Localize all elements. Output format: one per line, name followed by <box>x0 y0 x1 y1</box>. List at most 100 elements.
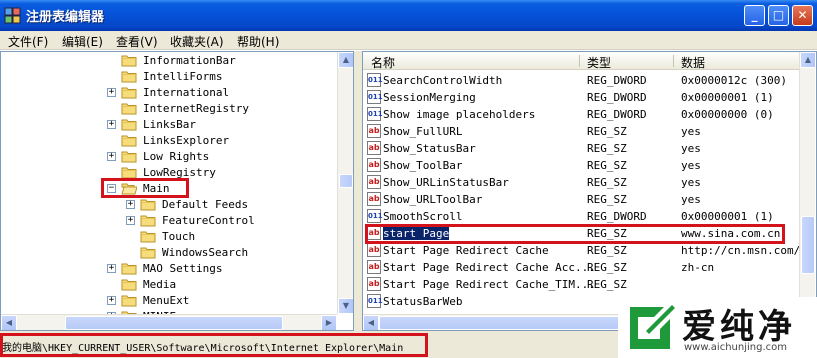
scroll-left-arrow-icon[interactable]: ◀ <box>1 315 17 330</box>
value-row[interactable]: 011 SessionMerging REG_DWORD 0x00000001 (1) <box>363 89 799 106</box>
value-type: REG_DWORD <box>587 91 647 104</box>
scroll-up-arrow-icon[interactable]: ▲ <box>338 52 353 68</box>
string-value-icon: ab <box>367 260 381 274</box>
value-data: 0x00000001 (1) <box>681 91 774 104</box>
value-name: Start Page Redirect Cache Acc... <box>383 261 595 274</box>
highlight-main-key <box>101 178 189 198</box>
tree-node-label: MAO Settings <box>143 262 223 275</box>
binary-value-icon: 011 <box>367 90 383 104</box>
tree-node-label: InternetRegistry <box>143 102 249 115</box>
menu-edit[interactable]: 编辑(E) <box>62 33 103 50</box>
tree-expander-icon[interactable]: + <box>107 296 116 305</box>
value-data: http://cn.msn.com/? <box>681 244 807 257</box>
tree-expander-icon[interactable]: + <box>126 200 135 209</box>
string-value-icon: ab <box>367 192 381 206</box>
value-type: REG_SZ <box>587 142 627 155</box>
tree-expander-icon[interactable]: + <box>107 152 116 161</box>
watermark: 爱纯净 www.aichunjing.com <box>618 297 817 358</box>
scroll-up-arrow-icon[interactable]: ▲ <box>800 52 816 68</box>
tree-node-label: International <box>143 86 230 99</box>
value-data: yes <box>681 193 701 206</box>
folder-icon <box>121 294 137 307</box>
value-name: SessionMerging <box>383 91 476 104</box>
tree-scroll-thumb[interactable] <box>339 174 353 188</box>
watermark-logo-icon <box>630 305 675 349</box>
value-row[interactable]: ab Show_URLToolBar REG_SZ yes <box>363 191 799 208</box>
menu-help[interactable]: 帮助(H) <box>237 33 279 50</box>
tree-node-label: LinksBar <box>143 118 196 131</box>
binary-value-icon: 011 <box>367 107 383 121</box>
value-data: yes <box>681 142 701 155</box>
binary-value-icon: 011 <box>367 209 383 223</box>
value-row[interactable]: ab Show_FullURL REG_SZ yes <box>363 123 799 140</box>
value-type: REG_DWORD <box>587 108 647 121</box>
scroll-left-arrow-icon[interactable]: ◀ <box>363 315 379 330</box>
value-data: yes <box>681 159 701 172</box>
value-name: Show_StatusBar <box>383 142 476 155</box>
menu-file[interactable]: 文件(F) <box>8 33 48 50</box>
menu-view[interactable]: 查看(V) <box>116 33 158 50</box>
watermark-url: www.aichunjing.com <box>684 342 787 353</box>
value-type: REG_SZ <box>587 244 627 257</box>
tree-node-label: InformationBar <box>143 54 236 67</box>
value-data: yes <box>681 176 701 189</box>
value-row[interactable]: ab Show_URLinStatusBar REG_SZ yes <box>363 174 799 191</box>
folder-icon <box>121 54 137 67</box>
close-button[interactable]: ✕ <box>792 5 813 26</box>
values-list[interactable]: 名称 类型 数据 011 SearchControlWidth REG_DWORD 0… <box>362 51 817 331</box>
value-data: 0x00000000 (0) <box>681 108 774 121</box>
value-row[interactable]: 011 SmoothScroll REG_DWORD 0x00000001 (1) <box>363 208 799 225</box>
folder-icon <box>121 102 137 115</box>
value-name: Show image placeholders <box>383 108 536 121</box>
tree-expander-icon[interactable]: + <box>126 216 135 225</box>
values-scroll-thumb[interactable] <box>801 216 815 274</box>
value-name: SearchControlWidth <box>383 74 503 87</box>
tree-hscroll-thumb[interactable] <box>65 316 283 330</box>
maximize-button[interactable]: □ <box>768 5 789 26</box>
value-row[interactable]: ab Show_ToolBar REG_SZ yes <box>363 157 799 174</box>
value-row[interactable]: ab Start Page Redirect Cache_TIM... REG_SZ <box>363 276 799 293</box>
tree-expander-icon[interactable]: + <box>107 264 116 273</box>
regedit-icon <box>4 7 21 24</box>
column-name[interactable]: 名称 <box>371 54 395 71</box>
minimize-button[interactable]: _ <box>744 5 765 26</box>
value-row[interactable]: 011 SearchControlWidth REG_DWORD 0x0000012c… <box>363 72 799 89</box>
value-row[interactable]: ab Start Page Redirect Cache Acc... REG_SZ… <box>363 259 799 276</box>
value-type: REG_DWORD <box>587 74 647 87</box>
scroll-down-arrow-icon[interactable]: ▼ <box>338 298 353 314</box>
scroll-right-arrow-icon[interactable]: ▶ <box>321 315 337 330</box>
folder-icon <box>121 118 137 131</box>
folder-icon <box>121 262 137 275</box>
menu-bar: 文件(F) 编辑(E) 查看(V) 收藏夹(A) 帮助(H) <box>0 31 817 50</box>
value-row[interactable]: ab Show_StatusBar REG_SZ yes <box>363 140 799 157</box>
value-row[interactable]: ab Start Page Redirect Cache REG_SZ http://… <box>363 242 807 259</box>
column-type[interactable]: 类型 <box>587 54 611 71</box>
tree-node-label: Media <box>143 278 177 291</box>
value-type: REG_SZ <box>587 278 627 291</box>
values-vertical-scrollbar[interactable]: ▲ ▼ <box>799 52 816 314</box>
value-data: yes <box>681 125 701 138</box>
value-row[interactable]: 011 Show image placeholders REG_DWORD 0x000… <box>363 106 799 123</box>
value-type: REG_DWORD <box>587 210 647 223</box>
tree-horizontal-scrollbar[interactable]: ◀ ▶ <box>1 314 337 330</box>
folder-icon <box>140 246 156 259</box>
column-data[interactable]: 数据 <box>681 54 705 71</box>
values-hscroll-thumb[interactable] <box>379 316 619 330</box>
value-data: 0x00000001 (1) <box>681 210 774 223</box>
string-value-icon: ab <box>367 243 381 257</box>
menu-favorites[interactable]: 收藏夹(A) <box>170 33 224 50</box>
folder-icon <box>121 150 137 163</box>
tree-vertical-scrollbar[interactable]: ▲ ▼ <box>337 52 353 314</box>
tree-node-label: LinksExplorer <box>143 134 230 147</box>
string-value-icon: ab <box>367 141 381 155</box>
binary-value-icon: 011 <box>367 294 383 308</box>
value-name: SmoothScroll <box>383 210 463 223</box>
value-name: Show_URLToolBar <box>383 193 483 206</box>
pane-splitter[interactable] <box>354 51 362 331</box>
value-type: REG_SZ <box>587 176 627 189</box>
highlight-status-path <box>0 333 428 357</box>
watermark-brand: 爱纯净 <box>682 307 796 347</box>
value-data: 0x0000012c (300) <box>681 74 787 87</box>
tree-expander-icon[interactable]: + <box>107 120 116 129</box>
tree-expander-icon[interactable]: + <box>107 88 116 97</box>
